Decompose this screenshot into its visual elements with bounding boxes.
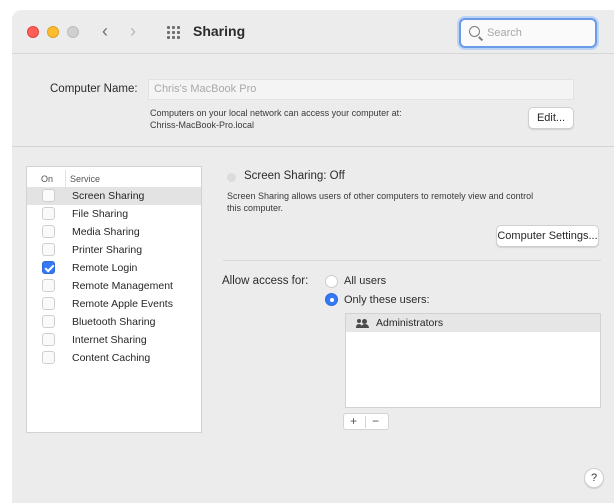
- status-indicator: [227, 173, 236, 182]
- service-label: Content Caching: [72, 352, 151, 364]
- add-remove-separator: [365, 416, 366, 428]
- service-label: Screen Sharing: [72, 190, 145, 202]
- computer-name-label: Computer Name:: [50, 83, 138, 95]
- service-label: Remote Apple Events: [72, 298, 173, 310]
- title-bar: ‹ › Sharing Search: [12, 10, 614, 54]
- service-row[interactable]: File Sharing: [27, 205, 201, 223]
- user-row-administrators[interactable]: Administrators: [346, 314, 600, 332]
- service-label: Remote Login: [72, 262, 138, 274]
- service-row[interactable]: Remote Management: [27, 277, 201, 295]
- service-label: File Sharing: [72, 208, 129, 220]
- minimize-button[interactable]: [47, 26, 59, 38]
- service-row[interactable]: Internet Sharing: [27, 331, 201, 349]
- back-arrow-icon[interactable]: ‹: [102, 22, 108, 40]
- service-row[interactable]: Content Caching: [27, 349, 201, 367]
- service-checkbox[interactable]: [42, 225, 55, 238]
- service-row[interactable]: Media Sharing: [27, 223, 201, 241]
- search-icon: [469, 26, 480, 37]
- service-label: Printer Sharing: [72, 244, 143, 256]
- sharing-window: ‹ › Sharing Search Computer Name: Chris'…: [12, 10, 614, 503]
- group-icon: [356, 319, 370, 328]
- service-label: Media Sharing: [72, 226, 140, 238]
- service-label: Internet Sharing: [72, 334, 147, 346]
- add-remove-control: + −: [343, 413, 389, 430]
- service-checkbox[interactable]: [42, 351, 55, 364]
- show-all-grid-icon[interactable]: [167, 26, 181, 39]
- header-on: On: [41, 174, 54, 184]
- service-row[interactable]: Bluetooth Sharing: [27, 313, 201, 331]
- service-checkbox[interactable]: [42, 261, 55, 274]
- header-separator: [65, 170, 66, 188]
- service-row[interactable]: Remote Apple Events: [27, 295, 201, 313]
- remove-user-button[interactable]: −: [372, 414, 379, 429]
- service-row[interactable]: Screen Sharing: [27, 187, 201, 205]
- close-button[interactable]: [27, 26, 39, 38]
- forward-arrow-icon[interactable]: ›: [130, 22, 136, 40]
- window-title: Sharing: [193, 23, 246, 39]
- local-network-info: Computers on your local network can acce…: [150, 108, 402, 118]
- help-button[interactable]: ?: [584, 468, 604, 488]
- service-checkbox[interactable]: [42, 315, 55, 328]
- only-these-users-label[interactable]: Only these users:: [344, 294, 430, 306]
- service-status: Screen Sharing: Off: [244, 170, 345, 182]
- service-row[interactable]: Remote Login: [27, 259, 201, 277]
- search-field[interactable]: Search: [459, 18, 597, 48]
- service-row[interactable]: Printer Sharing: [27, 241, 201, 259]
- local-hostname: Chriss-MacBook-Pro.local: [150, 120, 255, 130]
- service-checkbox[interactable]: [42, 243, 55, 256]
- users-list: Administrators: [345, 313, 601, 408]
- section-divider: [12, 146, 614, 147]
- only-these-users-radio[interactable]: [325, 293, 338, 306]
- service-label: Remote Management: [72, 280, 173, 292]
- service-checkbox[interactable]: [42, 189, 55, 202]
- add-user-button[interactable]: +: [350, 414, 357, 429]
- all-users-radio[interactable]: [325, 275, 338, 288]
- service-checkbox[interactable]: [42, 279, 55, 292]
- service-description-cont: this computer.: [227, 203, 284, 213]
- edit-button[interactable]: Edit...: [528, 107, 574, 129]
- allow-access-label: Allow access for:: [222, 275, 309, 287]
- search-placeholder: Search: [487, 27, 522, 39]
- computer-name-field[interactable]: Chris's MacBook Pro: [148, 79, 574, 100]
- service-description: Screen Sharing allows users of other com…: [227, 191, 534, 201]
- zoom-button[interactable]: [67, 26, 79, 38]
- computer-settings-button[interactable]: Computer Settings...: [496, 225, 599, 247]
- service-label: Bluetooth Sharing: [72, 316, 156, 328]
- service-list-header: On Service: [27, 167, 201, 188]
- service-list: On Service Screen Sharing File Sharing Med…: [26, 166, 202, 433]
- all-users-label[interactable]: All users: [344, 275, 386, 287]
- header-service: Service: [70, 174, 101, 184]
- detail-divider: [223, 260, 601, 261]
- service-checkbox[interactable]: [42, 333, 55, 346]
- service-checkbox[interactable]: [42, 297, 55, 310]
- service-checkbox[interactable]: [42, 207, 55, 220]
- user-name: Administrators: [376, 317, 444, 329]
